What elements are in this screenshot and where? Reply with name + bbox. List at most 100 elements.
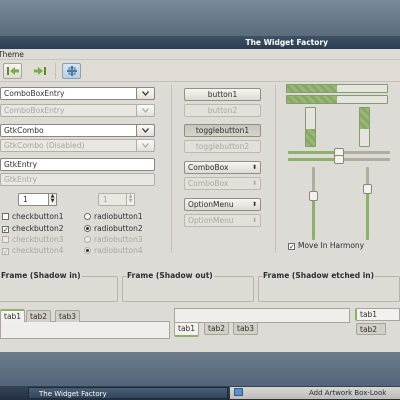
combobox-label: ComboBox (188, 163, 229, 172)
spinbutton-enabled[interactable]: 1 ▲ ▼ (18, 193, 57, 206)
go-last-icon (34, 67, 46, 75)
spin-down-icon: ▼ (128, 198, 133, 204)
notebook-bottom-tab2[interactable]: tab2 (204, 323, 230, 335)
vscale-fill (366, 188, 369, 240)
notebook-top-page (0, 321, 170, 339)
progressbar-fill (360, 108, 369, 129)
column-separator (171, 85, 172, 253)
gtkcombo-enabled[interactable]: GtkCombo (0, 124, 155, 137)
checkbutton3: checkbutton3 (2, 235, 63, 245)
notebook-top-tab3[interactable]: tab3 (55, 310, 81, 322)
gtkcombo-text: GtkCombo (4, 126, 44, 135)
frame-shadow-in-label: Frame (Shadow in) (0, 271, 82, 280)
combobox-button[interactable]: ComboBox ⬍ (184, 161, 261, 174)
updown-arrows-icon: ⬍ (251, 217, 257, 224)
checkbutton2[interactable]: ✓ checkbutton2 (2, 224, 63, 234)
togglebutton1[interactable]: togglebutton1 (184, 124, 261, 137)
move-in-harmony-label: Move In Harmony (298, 241, 365, 250)
radiobutton1-label: radiobutton1 (94, 212, 143, 221)
notebook-bottom-page (174, 308, 350, 323)
radiobutton2[interactable]: radiobutton2 (84, 224, 143, 234)
combobox-disabled-label: ComboBox (188, 179, 229, 188)
hscale-1[interactable] (288, 148, 390, 157)
progressbar-fill (287, 96, 337, 103)
optionmenu-disabled-button: OptionMenu ⬍ (184, 214, 261, 227)
toolbar-button-first[interactable] (3, 63, 22, 79)
gtkentry-enabled[interactable]: GtkEntry (0, 158, 155, 171)
gtkcombo-disabled: GtkCombo (Disabled) (0, 139, 155, 152)
taskbar-window-button[interactable]: The Widget Factory (28, 387, 228, 399)
radio-selected-icon (84, 225, 91, 232)
toolbar-button-last[interactable] (30, 63, 49, 79)
checkbutton4: ✓ checkbutton4 (2, 246, 63, 256)
optionmenu-disabled-label: OptionMenu (188, 216, 234, 225)
spinbutton-arrows[interactable]: ▲ ▼ (48, 193, 57, 206)
spinbutton-disabled: 1 ▲ ▼ (98, 193, 135, 206)
spin-down-icon: ▼ (50, 198, 55, 204)
checkbox-icon (2, 236, 9, 243)
move-in-harmony-checkbox[interactable]: ✓ Move In Harmony (288, 241, 364, 251)
progressbar-vertical-2 (359, 107, 370, 147)
radiobutton1[interactable]: radiobutton1 (84, 212, 143, 222)
notebook-bottom-tab3[interactable]: tab3 (233, 323, 259, 335)
updown-arrows-icon: ⬍ (251, 201, 257, 208)
taskbar-right-item[interactable]: Add Artwork Box-Look (230, 387, 400, 399)
progressbar-horizontal-1 (286, 84, 388, 93)
comboboxentry-disabled-button (136, 104, 155, 117)
radio-icon (84, 236, 91, 243)
vscale-1[interactable] (309, 167, 318, 240)
gtkentry-disabled: GtkEntry (0, 173, 155, 186)
checkbutton3-label: checkbutton3 (12, 235, 64, 244)
checkbox-checked-icon: ✓ (288, 243, 295, 251)
checkbutton4-label: checkbutton4 (12, 246, 64, 255)
gtkcombo-button[interactable] (136, 124, 155, 137)
chevron-down-icon (142, 143, 149, 148)
comboboxentry-text: ComboBoxEntry (4, 89, 65, 98)
notebook-side-tab1[interactable]: tab1 (355, 308, 400, 321)
radiobutton4-label: radiobutton4 (94, 246, 143, 255)
notebook-top-tab1[interactable]: tab1 (0, 309, 26, 322)
window-title: The Widget Factory (245, 38, 328, 47)
notebook-side-tab2[interactable]: tab2 (356, 323, 386, 335)
comboboxentry-enabled[interactable]: ComboBoxEntry (0, 87, 155, 100)
taskbar-window-title: The Widget Factory (39, 390, 107, 398)
desktop-background (0, 0, 400, 36)
vscale-knob[interactable] (309, 191, 318, 202)
chevron-down-icon (142, 108, 149, 113)
spinbutton-disabled-value: 1 (103, 195, 108, 204)
combobox-disabled-button: ComboBox ⬍ (184, 177, 261, 190)
radiobutton2-label: radiobutton2 (94, 224, 143, 233)
go-first-icon (7, 67, 19, 75)
comboboxentry-button[interactable] (136, 87, 155, 100)
hscale-knob[interactable] (334, 155, 344, 164)
chevron-down-icon (142, 128, 149, 133)
hscale-2[interactable] (288, 155, 390, 164)
checkbox-checked-icon: ✓ (2, 226, 9, 234)
updown-arrows-icon: ⬍ (251, 164, 257, 171)
gtkcombo-disabled-text: GtkCombo (Disabled) (4, 141, 85, 150)
chevron-down-icon (142, 91, 149, 96)
window-titlebar[interactable]: The Widget Factory (0, 36, 400, 49)
spinbutton-disabled-arrows: ▲ ▼ (126, 193, 135, 206)
radiobutton4: radiobutton4 (84, 246, 143, 256)
taskbar-right-item-label: Add Artwork Box-Look (309, 389, 387, 397)
comboboxentry-disabled: ComboBoxEntry (0, 104, 155, 117)
gtkcombo-disabled-button (136, 139, 155, 152)
hscale-fill (288, 151, 339, 154)
checkbutton1[interactable]: checkbutton1 (2, 212, 63, 222)
radio-icon (84, 213, 91, 220)
vscale-2[interactable] (363, 167, 372, 240)
notebook-bottom-tab1[interactable]: tab1 (174, 323, 200, 337)
checkbutton1-label: checkbutton1 (12, 212, 64, 221)
menubar: Theme (0, 49, 400, 60)
vscale-knob[interactable] (363, 183, 372, 194)
optionmenu-button[interactable]: OptionMenu ⬍ (184, 198, 261, 211)
button1[interactable]: button1 (184, 88, 261, 101)
toolbar-button-toggle[interactable] (62, 63, 81, 79)
toolbar-separator (55, 63, 56, 79)
menu-theme[interactable]: Theme (0, 49, 24, 60)
updown-arrows-icon: ⬍ (251, 180, 257, 187)
frame-shadow-out-label: Frame (Shadow out) (126, 271, 214, 280)
toolbar (0, 60, 400, 82)
notebook-top-tab2[interactable]: tab2 (26, 310, 52, 322)
